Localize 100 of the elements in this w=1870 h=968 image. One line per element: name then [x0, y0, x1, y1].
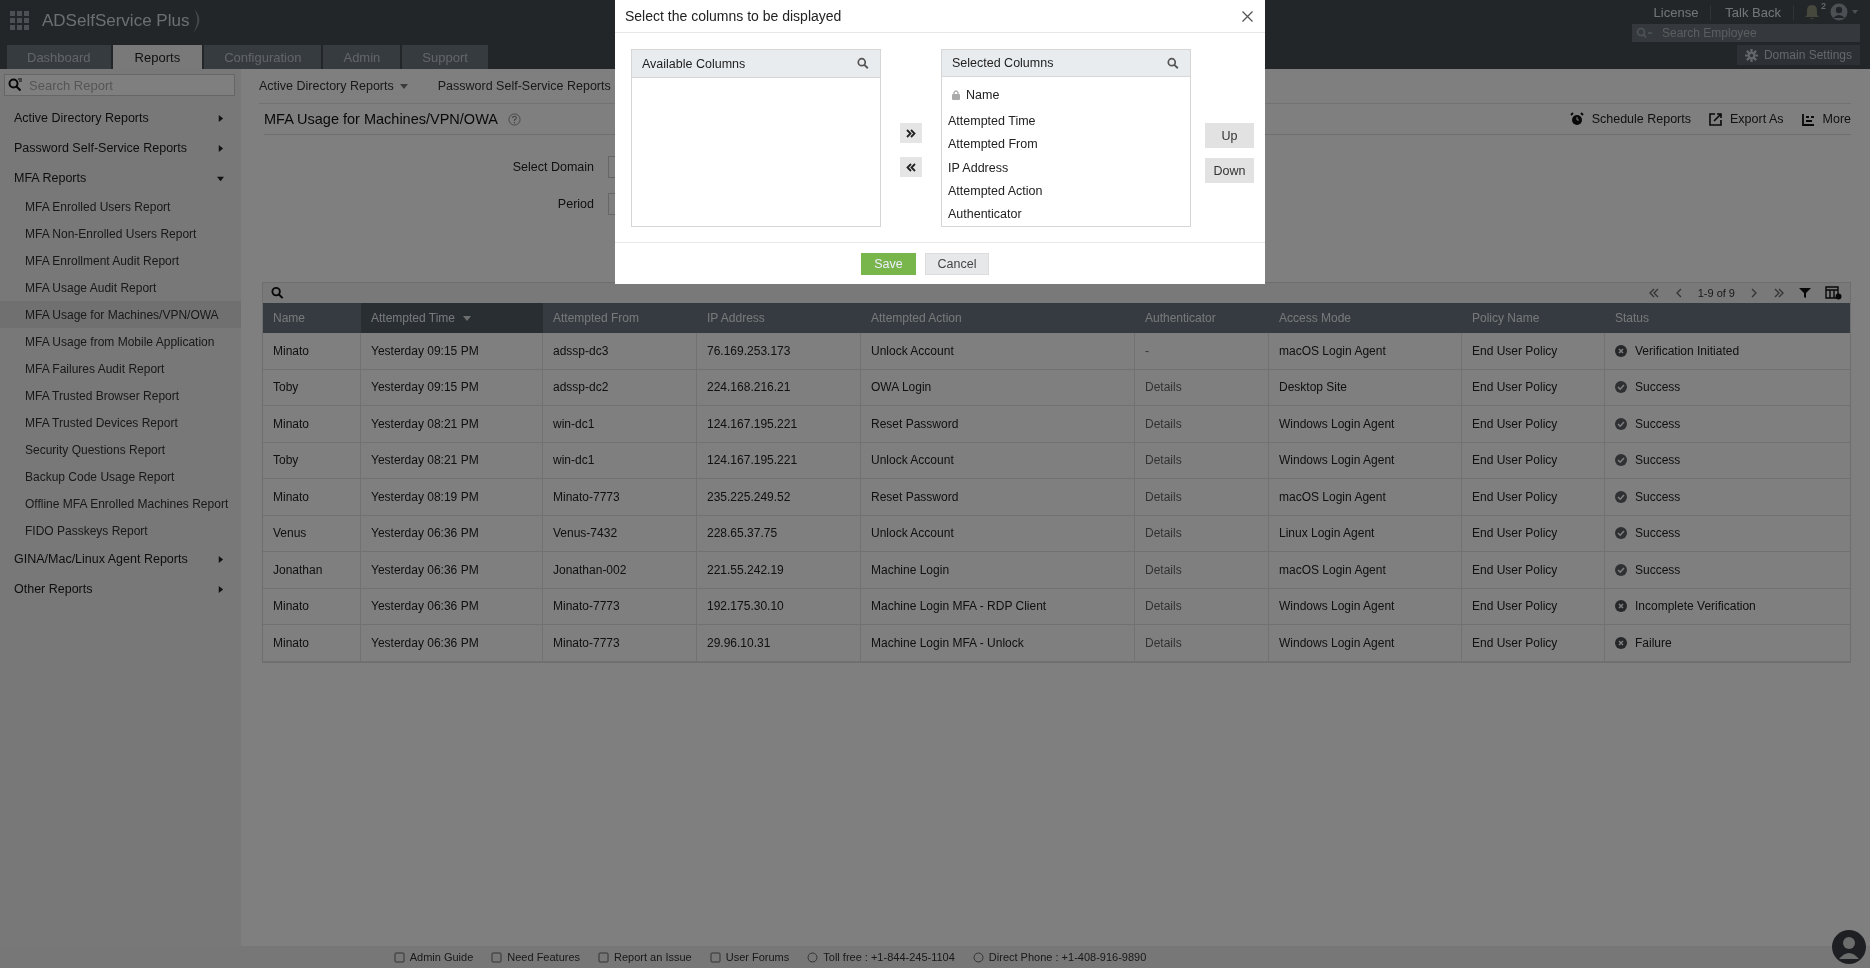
sidebar-item[interactable]: Active Directory Reports [0, 103, 241, 133]
footer-link[interactable]: Report an Issue [598, 951, 692, 963]
table-cell: Desktop Site [1269, 369, 1462, 405]
table-cell: Toby [263, 442, 361, 478]
table-cell: Jonathan [263, 552, 361, 588]
status-text: Success [1635, 453, 1681, 468]
column-header[interactable]: Attempted From [543, 303, 697, 333]
column-header[interactable]: Attempted Action [861, 303, 1135, 333]
header-link[interactable]: License [1649, 4, 1712, 20]
close-icon[interactable] [1242, 10, 1253, 22]
sidebar-subitem[interactable]: MFA Usage from Mobile Application [0, 328, 241, 355]
footer-icon [972, 951, 984, 963]
caret-right-icon [217, 585, 224, 593]
table-cell: 124.167.195.221 [697, 406, 861, 442]
column-option[interactable]: Attempted Time [948, 109, 1190, 133]
sidebar-subitem[interactable]: MFA Usage for Machines/VPN/OWA [0, 301, 241, 328]
column-header[interactable]: Access Mode [1269, 303, 1462, 333]
filter-label: Select Domain [511, 160, 594, 174]
table-cell: 221.55.242.19 [697, 552, 861, 588]
report-action[interactable]: More [1801, 112, 1851, 126]
sidebar-subitem[interactable]: MFA Usage Audit Report [0, 274, 241, 301]
footer-link[interactable]: Direct Phone : +1-408-916-9890 [972, 951, 1147, 963]
table-cell: Reset Password [861, 406, 1135, 442]
table-cell: Details [1135, 369, 1269, 405]
sidebar-subitem[interactable]: MFA Trusted Devices Report [0, 409, 241, 436]
next-page-icon[interactable] [1749, 288, 1759, 298]
sidebar-subitem[interactable]: MFA Failures Audit Report [0, 355, 241, 382]
table-cell: Minato [263, 588, 361, 624]
column-option[interactable]: Authenticator [948, 202, 1190, 226]
column-header[interactable]: Policy Name [1462, 303, 1605, 333]
cancel-button[interactable]: Cancel [925, 252, 989, 275]
support-chat-icon[interactable] [1832, 930, 1866, 964]
status-text: Success [1635, 526, 1681, 541]
footer-link[interactable]: User Forums [709, 951, 790, 963]
report-action[interactable]: Export As [1709, 112, 1784, 126]
table-cell: Machine Login MFA - RDP Client [861, 588, 1135, 624]
last-page-icon[interactable] [1773, 288, 1785, 298]
filter-icon[interactable] [1799, 287, 1811, 299]
table-cell: Venus-7432 [543, 515, 697, 551]
sidebar-subitem[interactable]: MFA Non-Enrolled Users Report [0, 220, 241, 247]
table-cell: 76.169.253.173 [697, 333, 861, 369]
footer-link[interactable]: Need Features [491, 951, 581, 963]
column-option[interactable]: Attempted From [948, 132, 1190, 157]
move-left-button[interactable] [900, 157, 922, 177]
sidebar-subitem[interactable]: Backup Code Usage Report [0, 463, 241, 490]
footer-link[interactable]: Toll free : +1-844-245-1104 [807, 951, 955, 963]
table-cell: macOS Login Agent [1269, 552, 1462, 588]
list-title: Available Columns [642, 56, 746, 71]
move-right-button[interactable] [900, 123, 922, 143]
column-header[interactable]: IP Address [697, 303, 861, 333]
table-cell: Unlock Account [861, 442, 1135, 478]
report-category-menu[interactable]: Active Directory Reports [259, 79, 408, 93]
sidebar-subitem[interactable]: MFA Enrolled Users Report [0, 193, 241, 220]
column-option[interactable]: IP Address [948, 156, 1190, 180]
save-button[interactable]: Save [861, 252, 916, 275]
caret-right-icon [217, 144, 224, 152]
table-cell: 235.225.249.52 [697, 479, 861, 515]
search-icon [1636, 27, 1654, 39]
sidebar-subitem[interactable]: Security Questions Report [0, 436, 241, 463]
column-header[interactable]: Authenticator [1135, 303, 1269, 333]
sidebar-item[interactable]: Other Reports [0, 574, 241, 604]
column-header[interactable]: Attempted Time [361, 303, 543, 333]
table-cell: macOS Login Agent [1269, 479, 1462, 515]
sidebar-subitem[interactable]: Offline MFA Enrolled Machines Report [0, 490, 241, 517]
status-text: Success [1635, 416, 1681, 431]
search-icon[interactable] [271, 286, 285, 300]
status-text: Success [1635, 562, 1681, 577]
table-cell: OWA Login [861, 369, 1135, 405]
caret-right-icon [217, 114, 224, 122]
columns-icon [1801, 112, 1815, 126]
header-link[interactable]: Talk Back [1721, 4, 1794, 20]
sidebar-subitem[interactable]: MFA Trusted Browser Report [0, 382, 241, 409]
column-header[interactable]: Name [263, 303, 361, 333]
sidebar-subitem[interactable]: FIDO Passkeys Report [0, 517, 241, 544]
table-cell: End User Policy [1462, 442, 1605, 478]
nav-tab[interactable]: Reports [112, 45, 203, 69]
column-settings-icon[interactable] [1825, 286, 1842, 300]
footer-link[interactable]: Admin Guide [393, 951, 474, 963]
order-button[interactable]: Up [1205, 123, 1254, 148]
report-action[interactable]: Schedule Reports [1569, 112, 1691, 126]
first-page-icon[interactable] [1647, 288, 1660, 298]
table-cell: adssp-dc3 [543, 333, 697, 369]
footer-icon [393, 951, 405, 963]
column-option[interactable]: Name [948, 80, 1190, 110]
sidebar-subitem[interactable]: MFA Enrollment Audit Report [0, 247, 241, 274]
table-cell: Windows Login Agent [1269, 588, 1462, 624]
table-cell: Minato [263, 625, 361, 661]
sidebar-item[interactable]: MFA Reports [0, 163, 241, 193]
table-cell: adssp-dc2 [543, 369, 697, 405]
search-icon[interactable] [1167, 56, 1180, 70]
search-icon [8, 78, 23, 92]
table-cell: Reset Password [861, 479, 1135, 515]
table-cell: macOS Login Agent [1269, 333, 1462, 369]
table-cell: Yesterday 08:19 PM [361, 479, 543, 515]
search-icon[interactable] [857, 57, 870, 70]
sidebar-item[interactable]: GINA/Mac/Linux Agent Reports [0, 544, 241, 574]
sidebar-item[interactable]: Password Self-Service Reports [0, 133, 241, 163]
column-header[interactable]: Status [1605, 303, 1848, 333]
order-button[interactable]: Down [1205, 158, 1254, 183]
column-option[interactable]: Attempted Action [948, 179, 1190, 203]
